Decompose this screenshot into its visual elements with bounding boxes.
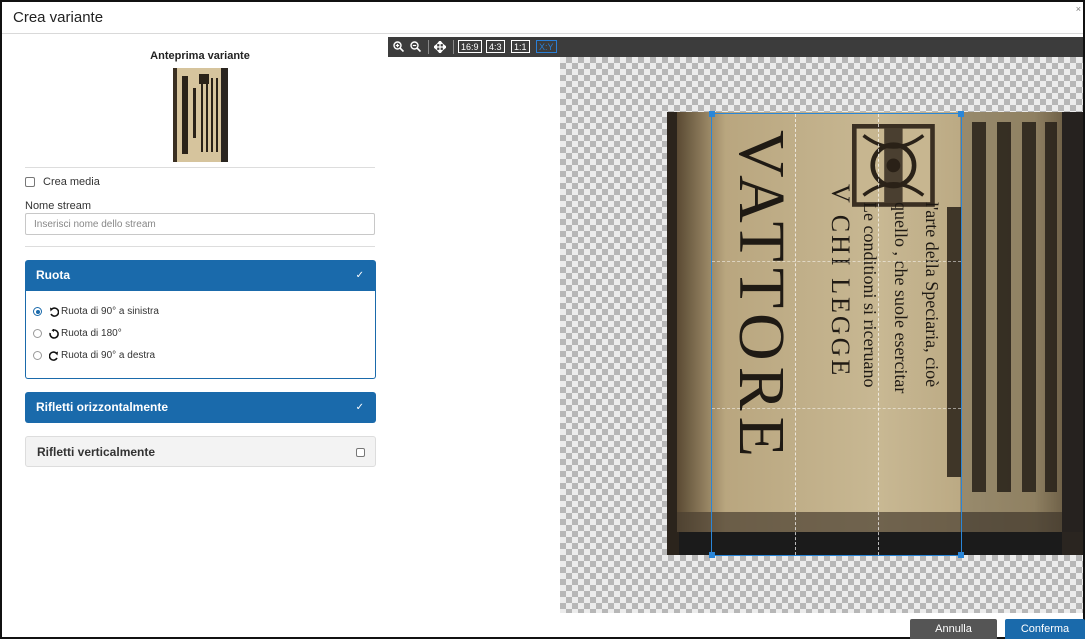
rotate-panel-title: Ruota (36, 268, 70, 282)
ratio-4-3-button[interactable]: 4:3 (486, 40, 505, 53)
crop-handle[interactable] (709, 552, 715, 558)
crop-guide (712, 408, 961, 409)
zoom-in-icon[interactable] (391, 39, 405, 54)
zoom-out-icon[interactable] (408, 39, 422, 54)
variant-preview-thumbnail (173, 68, 228, 162)
flip-vertical-header[interactable]: Rifletti verticalmente (25, 436, 376, 467)
cancel-button[interactable]: Annulla (910, 619, 997, 639)
toolbar-divider (453, 40, 454, 54)
stream-name-input[interactable] (25, 213, 375, 235)
flip-horizontal-header[interactable]: Rifletti orizzontalmente ✓ (25, 392, 376, 423)
dialog-header: Crea variante × (2, 2, 1083, 34)
rotate-panel: Ruota ✓ (25, 260, 376, 379)
create-media-label: Crea media (43, 176, 100, 188)
flip-horizontal-panel: Rifletti orizzontalmente ✓ (25, 392, 376, 423)
flip-vertical-panel: Rifletti verticalmente (25, 436, 376, 467)
stream-name-label: Nome stream (25, 200, 92, 212)
ratio-free-button[interactable]: X:Y (536, 40, 557, 53)
crop-selection[interactable] (709, 111, 964, 558)
rotate-left-label: Ruota di 90° a sinistra (61, 306, 159, 317)
rotate-180-icon (49, 328, 59, 339)
dialog-title: Crea variante (13, 9, 104, 26)
rotate-option-left[interactable]: Ruota di 90° a sinistra (33, 306, 159, 317)
preview-title: Anteprima variante (150, 50, 250, 62)
crop-handle[interactable] (958, 552, 964, 558)
crop-handle[interactable] (709, 111, 715, 117)
create-media-checkbox[interactable] (25, 177, 35, 187)
create-media-row[interactable]: Crea media (25, 176, 100, 188)
divider (25, 246, 375, 247)
rotate-panel-header[interactable]: Ruota ✓ (25, 260, 376, 291)
toolbar-divider (428, 40, 429, 54)
rotate-180-label: Ruota di 180° (61, 328, 122, 339)
rotate-right-icon (49, 350, 58, 361)
flip-vertical-title: Rifletti verticalmente (37, 445, 156, 459)
editor-toolbar: 16:9 4:3 1:1 X:Y (388, 37, 1083, 57)
check-icon: ✓ (355, 402, 364, 413)
crop-handle[interactable] (958, 111, 964, 117)
rotate-option-180[interactable]: Ruota di 180° (33, 328, 122, 339)
rotate-option-right[interactable]: Ruota di 90° a destra (33, 350, 155, 361)
move-icon[interactable] (433, 39, 447, 54)
ratio-16-9-button[interactable]: 16:9 (458, 40, 482, 53)
flip-horizontal-title: Rifletti orizzontalmente (36, 400, 169, 414)
flip-vertical-checkbox[interactable] (356, 448, 365, 457)
confirm-button[interactable]: Conferma (1005, 619, 1085, 639)
check-icon: ✓ (355, 270, 364, 281)
rotate-right-radio[interactable] (33, 351, 42, 360)
divider (25, 167, 375, 168)
ratio-1-1-button[interactable]: 1:1 (511, 40, 530, 53)
rotate-left-radio[interactable] (33, 307, 42, 316)
rotate-left-icon (50, 306, 59, 317)
rotate-right-label: Ruota di 90° a destra (61, 350, 156, 361)
crop-guide (712, 261, 961, 262)
close-icon[interactable]: × (1076, 4, 1081, 14)
rotate-180-radio[interactable] (33, 329, 42, 338)
crop-guide (878, 114, 879, 555)
crop-guide (795, 114, 796, 555)
